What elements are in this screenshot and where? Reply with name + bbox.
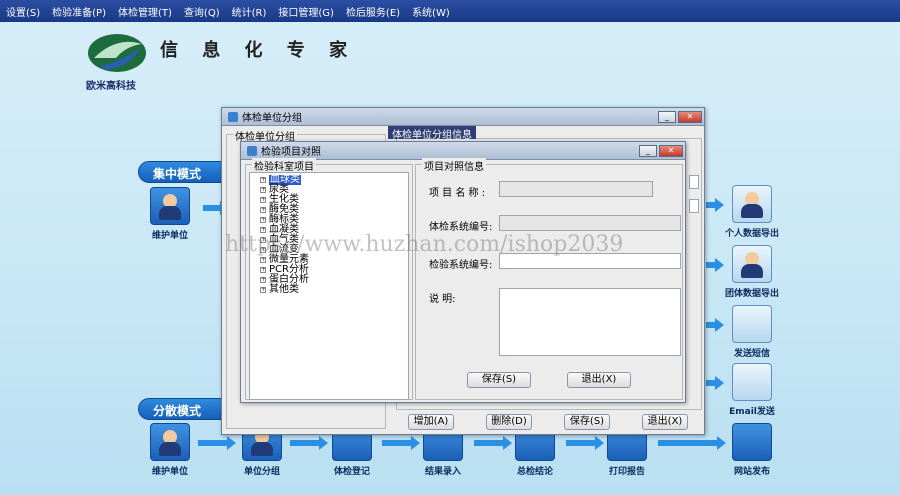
arrow-icon [203, 201, 229, 215]
flow-label: 打印报告 [608, 467, 645, 477]
flow-label: 结果录入 [424, 467, 461, 477]
expand-icon[interactable]: + [260, 217, 266, 223]
flow-label: 团体数据导出 [724, 289, 779, 299]
item-mapping-group: 项目对照信息 [415, 158, 683, 400]
unit-group-titlebar[interactable]: 体检单位分组 _ ✕ [222, 108, 704, 126]
expand-icon[interactable]: + [260, 207, 266, 213]
menu-query[interactable]: 查询(Q) [184, 4, 220, 19]
flow-label: 体检登记 [333, 467, 370, 477]
close-button[interactable]: ✕ [659, 144, 683, 157]
logo-icon [88, 34, 146, 72]
flow-group-export[interactable]: 团体数据导出 [717, 245, 787, 299]
lab-dept-group-title: 检验科室项目 [252, 158, 316, 173]
menu-lab-prep[interactable]: 检验准备(P) [52, 4, 106, 19]
watermark-text: https://www.huzhan.com/ishop2039 [225, 232, 624, 257]
menu-system[interactable]: 系统(W) [412, 4, 450, 19]
flow-label: Email发送 [729, 407, 775, 417]
minimize-button[interactable]: _ [639, 144, 657, 157]
expand-icon[interactable]: + [260, 187, 266, 193]
tab-unit-group-info[interactable]: 体检单位分组信息 [388, 126, 476, 141]
arrow-icon [706, 318, 724, 332]
menu-settings[interactable]: 设置(S) [6, 4, 40, 19]
email-icon [732, 363, 772, 401]
flow-send-sms[interactable]: 发送短信 [717, 305, 787, 359]
phone-icon [732, 305, 772, 343]
arrow-icon [706, 376, 724, 390]
tree-node-label: 其他类 [269, 284, 299, 295]
item-name-field[interactable] [499, 181, 653, 197]
delete-button[interactable]: 删除(D) [486, 414, 532, 430]
expand-icon[interactable]: + [260, 267, 266, 273]
minimize-button[interactable]: _ [658, 110, 676, 123]
flow-maintain-unit[interactable]: 维护单位 [135, 423, 205, 477]
flow-web-publish[interactable]: 网站发布 [717, 423, 787, 477]
menu-bar: 设置(S) 检验准备(P) 体检管理(T) 查询(Q) 统计(R) 接口管理(G… [0, 0, 900, 22]
logo-text: 欧米高科技 [86, 81, 136, 92]
exam-code-field[interactable] [499, 215, 681, 231]
save-button[interactable]: 保存(S) [467, 372, 531, 388]
expand-icon[interactable]: + [260, 177, 266, 183]
expand-icon[interactable]: + [260, 287, 266, 293]
window-icon [247, 145, 257, 156]
menu-stats[interactable]: 统计(R) [232, 4, 267, 19]
group-export-icon [732, 245, 772, 283]
exit-button[interactable]: 退出(X) [567, 372, 631, 388]
flow-label: 维护单位 [151, 231, 188, 241]
item-name-label: 项 目 名 称 : [429, 188, 486, 199]
person-export-icon [732, 185, 772, 223]
arrow-icon [706, 198, 724, 212]
flow-maintain-unit-top[interactable]: 维护单位 [135, 187, 205, 241]
menu-post-service[interactable]: 检后服务(E) [346, 4, 400, 19]
exit-button[interactable]: 退出(X) [642, 414, 688, 430]
flow-label: 个人数据导出 [724, 229, 779, 239]
window-icon [228, 111, 238, 122]
remark-label: 说 明: [429, 294, 456, 305]
add-button[interactable]: 增加(A) [408, 414, 454, 430]
expand-icon[interactable]: + [260, 197, 266, 203]
arrow-icon [198, 436, 236, 450]
exam-code-label: 体检系统编号: [429, 222, 493, 233]
arrow-icon [658, 436, 726, 450]
window-title: 检验项目对照 [261, 147, 321, 158]
lab-item-mapping-window: 检验项目对照 _ ✕ 检验科室项目 + 血球类 + 尿类 + 生化类 + 酶免类 + 酶标… [240, 141, 686, 403]
close-button[interactable]: ✕ [678, 110, 702, 123]
person-icon [150, 423, 190, 461]
flow-label: 维护单位 [151, 467, 188, 477]
globe-icon [732, 423, 772, 461]
flow-personal-export[interactable]: 个人数据导出 [717, 185, 787, 239]
lab-code-label: 检验系统编号: [429, 260, 493, 271]
combo-dropdown[interactable] [689, 175, 699, 189]
arrow-icon [706, 258, 724, 272]
person-icon [150, 187, 190, 225]
save-button[interactable]: 保存(S) [564, 414, 610, 430]
window-title: 体检单位分组 [242, 113, 302, 124]
flow-email-send[interactable]: Email发送 [717, 363, 787, 417]
expand-icon[interactable]: + [260, 277, 266, 283]
text-field[interactable] [689, 199, 699, 213]
flow-label: 总检结论 [516, 467, 553, 477]
item-mapping-group-title: 项目对照信息 [422, 158, 486, 173]
arrow-icon [290, 436, 328, 450]
flow-label: 单位分组 [243, 467, 280, 477]
banner-title: 信 息 化 专 家 [160, 40, 357, 61]
tree-node[interactable]: + 其他类 [250, 285, 408, 295]
menu-interface[interactable]: 接口管理(G) [278, 4, 334, 19]
expand-icon[interactable]: + [260, 257, 266, 263]
menu-exam-manage[interactable]: 体检管理(T) [118, 4, 172, 19]
flow-label: 发送短信 [733, 349, 770, 359]
lab-dept-tree[interactable]: + 血球类 + 尿类 + 生化类 + 酶免类 + 酶标类 + 血凝类 + 血气类 + 血流变 +… [249, 172, 409, 400]
flow-label: 网站发布 [733, 467, 770, 477]
remark-textarea[interactable] [499, 288, 681, 356]
